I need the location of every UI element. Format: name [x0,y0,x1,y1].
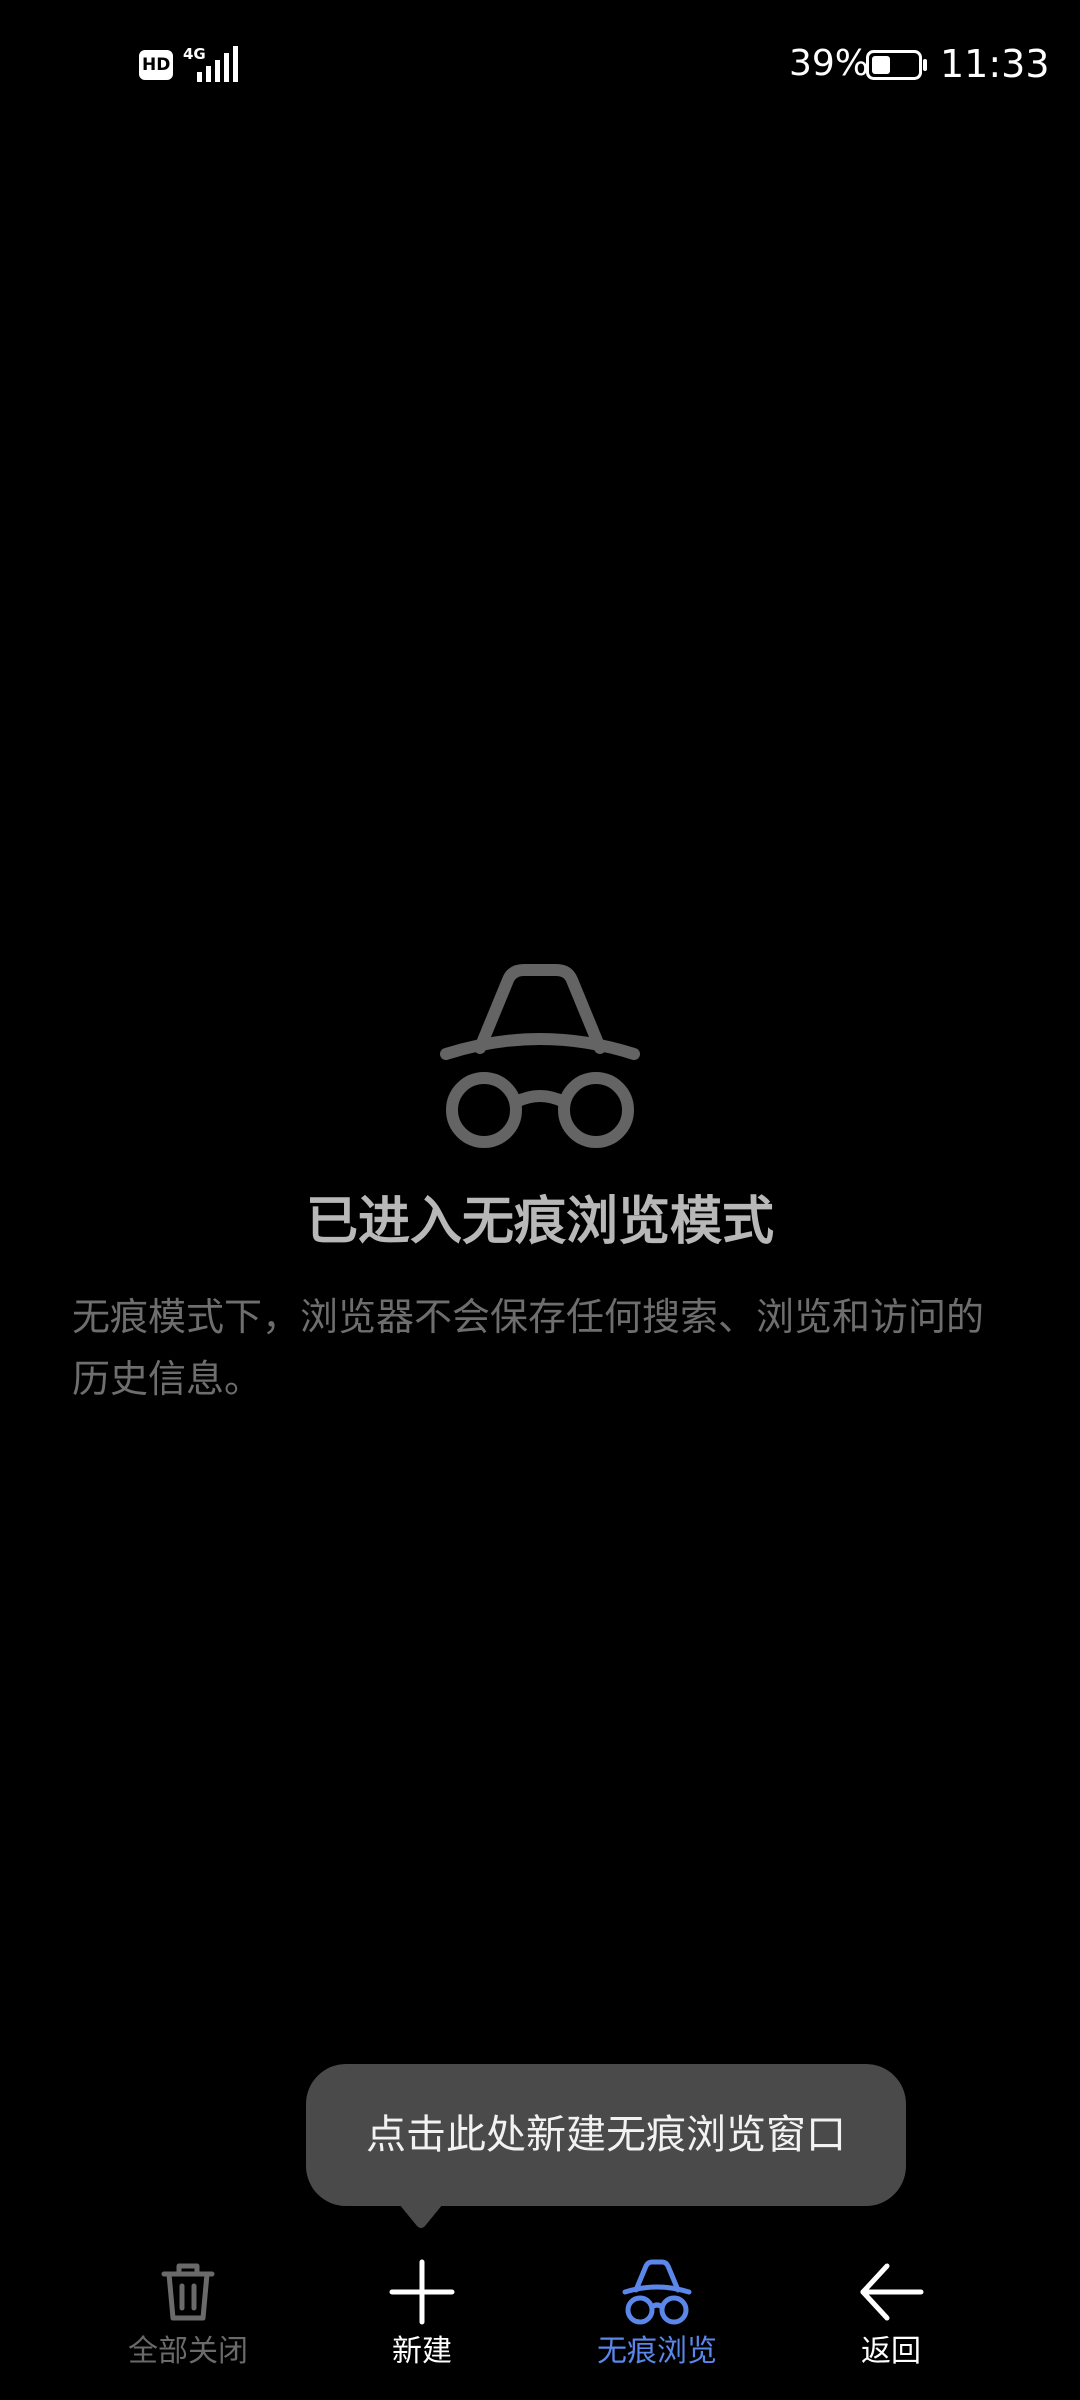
battery-percentage: 39% [789,43,870,84]
incognito-mode-title: 已进入无痕浏览模式 [305,1192,774,1252]
tooltip-text: 点击此处新建无痕浏览窗口 [366,2112,846,2158]
status-bar: HD 4G 39% 11:33 [0,0,1080,130]
clock: 11:33 [940,42,1050,86]
new-tab-button[interactable]: 新建 [322,2240,522,2400]
new-incognito-tooltip[interactable]: 点击此处新建无痕浏览窗口 [306,2064,906,2206]
close-all-label: 全部关闭 [128,2334,248,2369]
signal-icon [197,46,238,82]
bottom-toolbar: 全部关闭 新建 无痕浏览 返回 [0,2240,1080,2400]
new-tab-label: 新建 [392,2334,452,2369]
incognito-tab-button[interactable]: 无痕浏览 [557,2240,757,2400]
back-label: 返回 [861,2334,921,2369]
back-button[interactable]: 返回 [791,2240,991,2400]
plus-icon [389,2259,455,2325]
back-arrow-icon [860,2263,924,2321]
incognito-icon [622,2259,692,2325]
battery-icon [866,50,927,80]
incognito-mode-description: 无痕模式下，浏览器不会保存任何搜索、浏览和访问的历史信息。 [72,1295,985,1401]
incognito-tab-label: 无痕浏览 [597,2334,717,2369]
tooltip-pointer [399,2204,443,2228]
close-all-button[interactable]: 全部关闭 [88,2240,288,2400]
trash-icon [161,2263,215,2321]
incognito-hero-icon [440,964,640,1148]
hd-icon: HD [139,50,173,80]
